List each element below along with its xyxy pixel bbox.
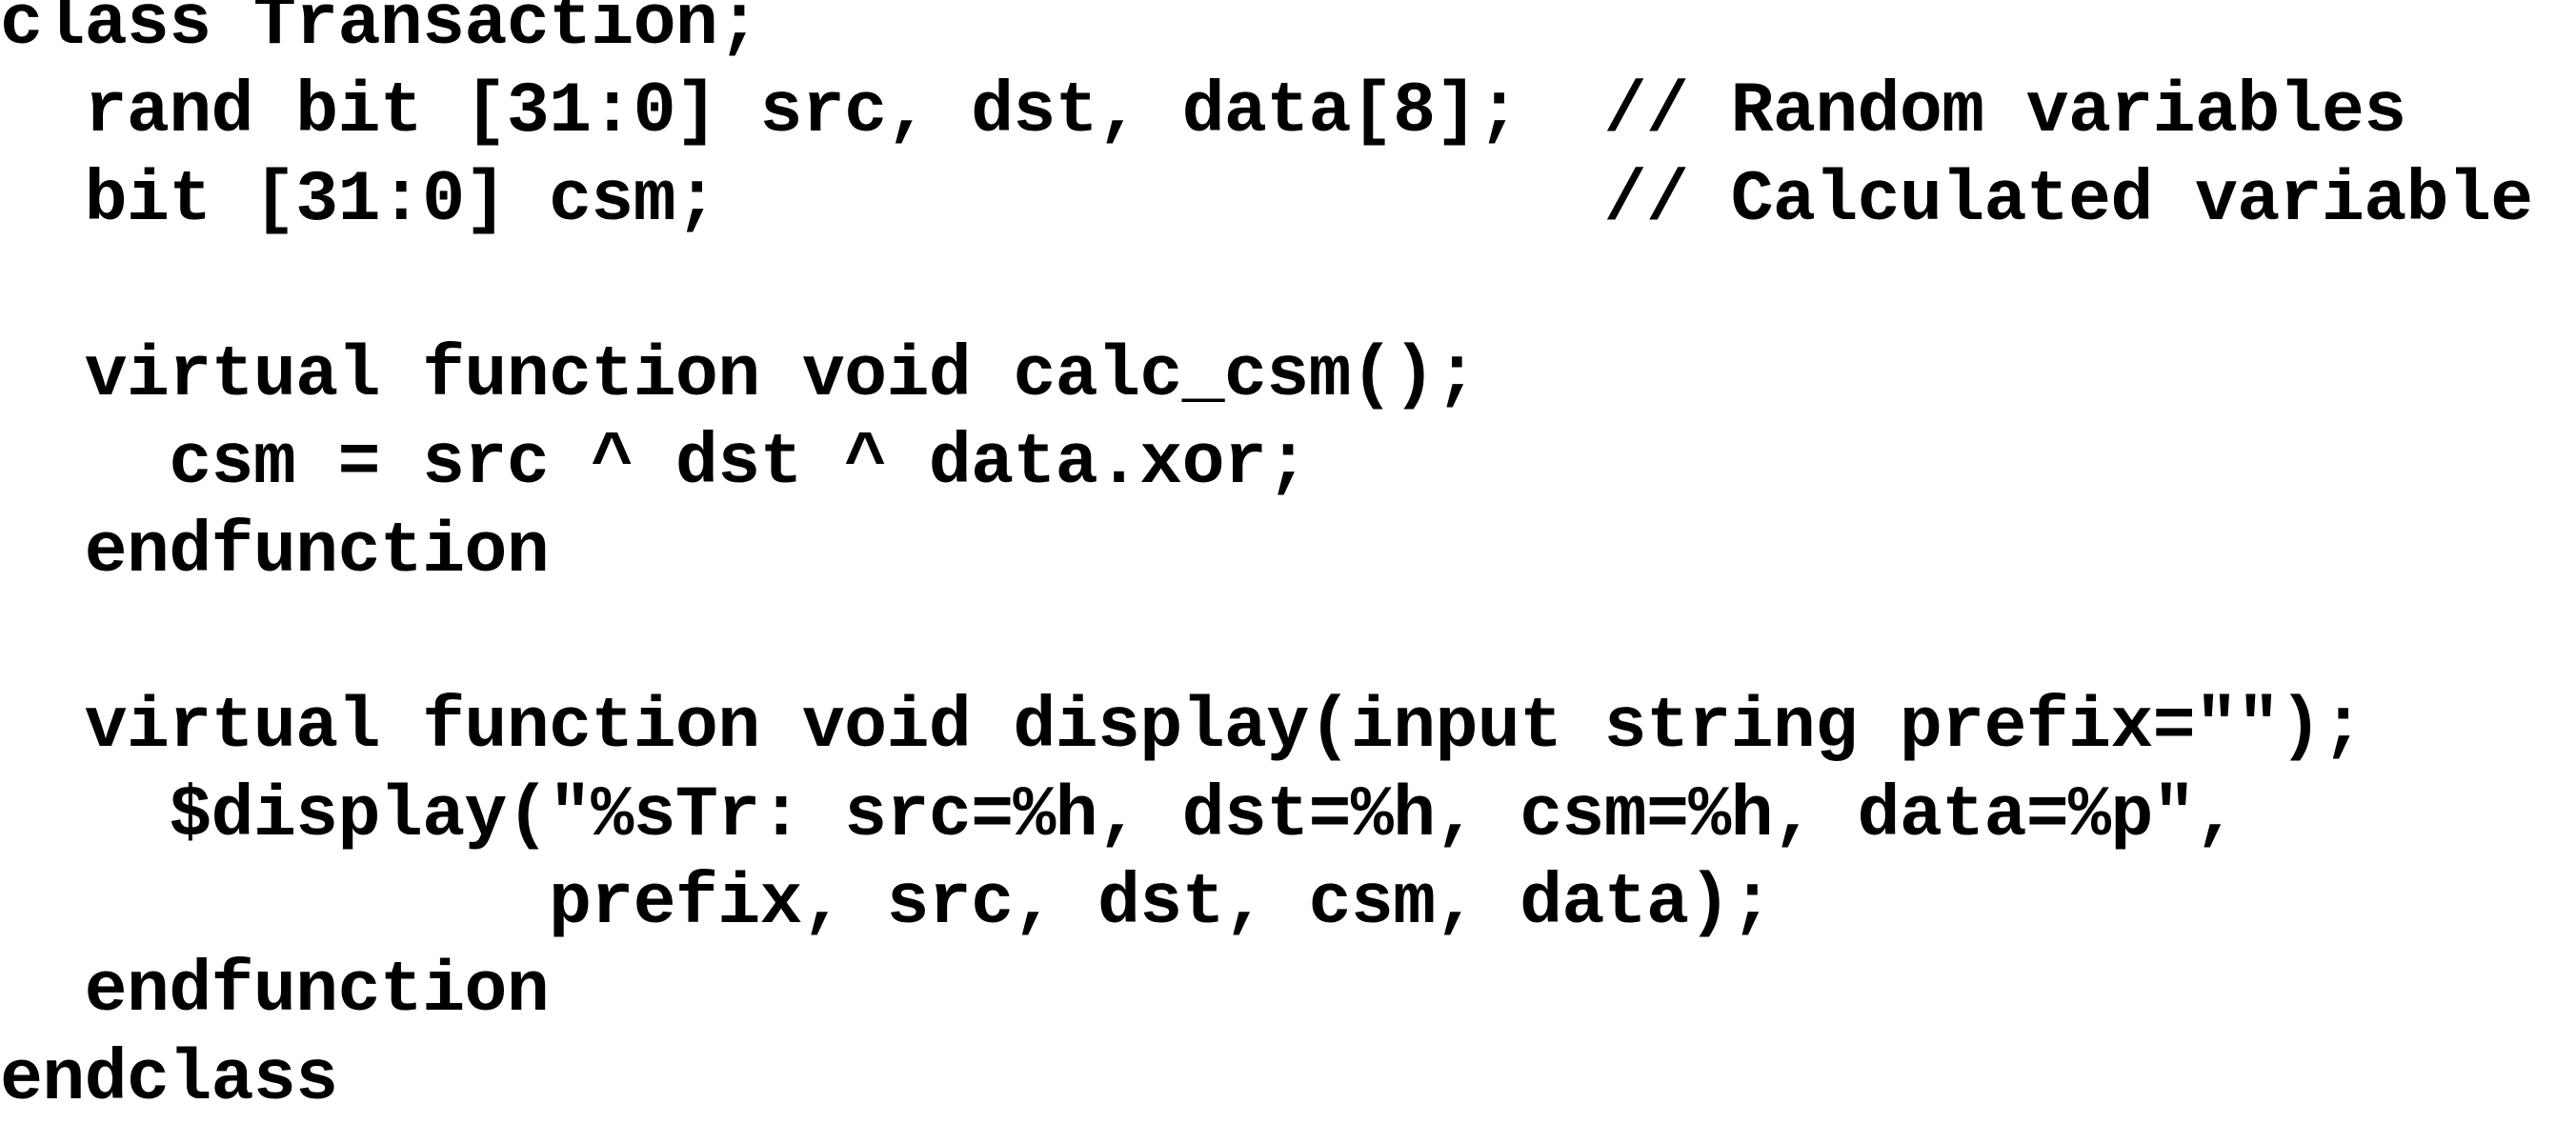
code-line: bit [31:0] csm; // Calculated variable — [0, 159, 2534, 241]
code-line: class Transaction; — [0, 0, 760, 65]
code-listing: class Transaction; rand bit [31:0] src, … — [0, 0, 2576, 1120]
code-line: endfunction — [0, 951, 550, 1033]
code-line: endclass — [0, 1038, 338, 1120]
code-line: endfunction — [0, 511, 550, 592]
code-line: prefix, src, dst, csm, data); — [0, 862, 1774, 944]
code-line: rand bit [31:0] src, dst, data[8]; // Ra… — [0, 71, 2407, 153]
code-line: virtual function void display(input stri… — [0, 687, 2365, 769]
code-line: $display("%sTr: src=%h, dst=%h, csm=%h, … — [0, 774, 2238, 856]
code-line: csm = src ^ dst ^ data.xor; — [0, 423, 1309, 505]
code-line: virtual function void calc_csm(); — [0, 335, 1479, 417]
